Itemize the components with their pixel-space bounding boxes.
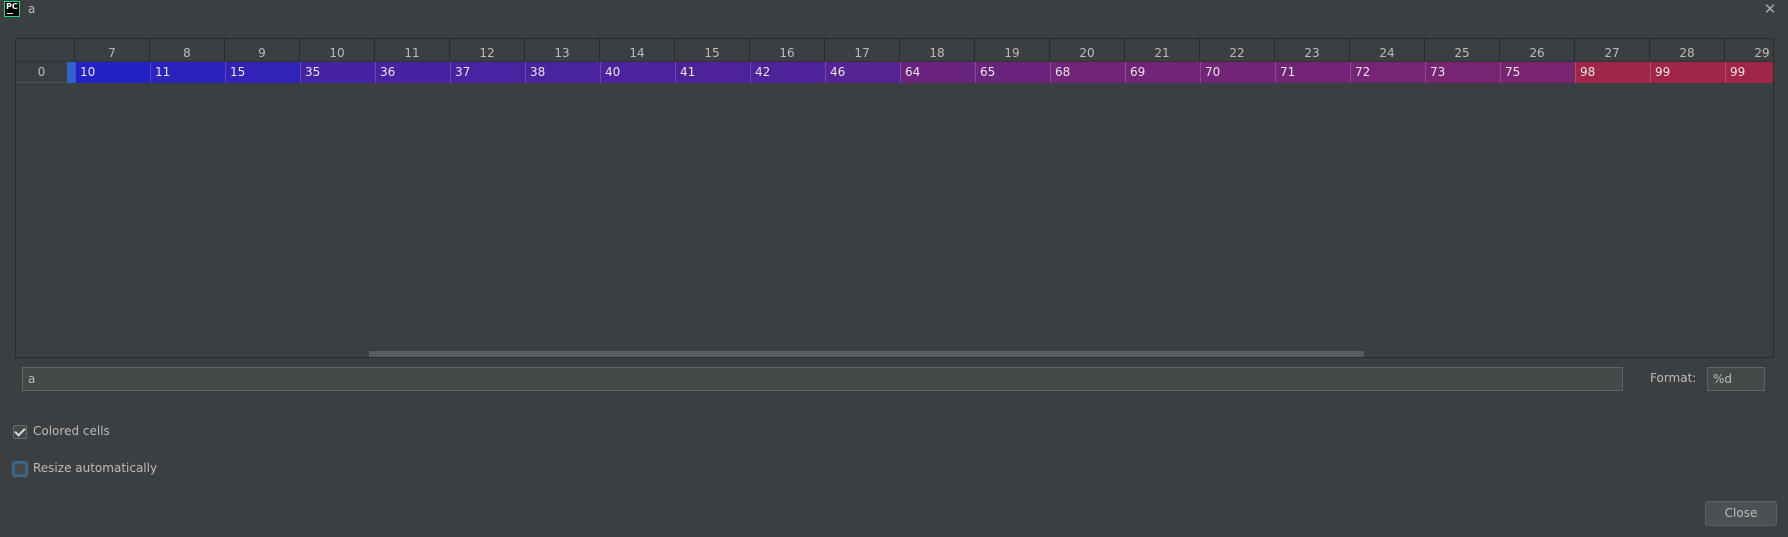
column-header: 11 bbox=[375, 39, 450, 62]
column-header: 21 bbox=[1125, 39, 1200, 62]
table-cell[interactable]: 10 bbox=[75, 62, 150, 83]
format-label: Format: bbox=[1650, 371, 1697, 385]
format-input[interactable]: %d bbox=[1707, 367, 1765, 391]
column-header: 26 bbox=[1500, 39, 1575, 62]
column-header: 27 bbox=[1575, 39, 1650, 62]
grid-corner bbox=[16, 39, 75, 62]
table-cell[interactable]: 73 bbox=[1425, 62, 1500, 83]
table-cell[interactable]: 64 bbox=[900, 62, 975, 83]
table-cell[interactable]: 99 bbox=[1650, 62, 1725, 83]
table-cell[interactable]: 72 bbox=[1350, 62, 1425, 83]
resize-automatically-label: Resize automatically bbox=[33, 461, 158, 475]
table-cell[interactable]: 36 bbox=[375, 62, 450, 83]
table-cell[interactable]: 42 bbox=[750, 62, 825, 83]
table-cell[interactable]: 40 bbox=[600, 62, 675, 83]
pycharm-app-icon: PC bbox=[4, 1, 20, 17]
column-header-row: 7 8 9 10 11 12 13 14 15 16 17 18 19 20 21 22 23 24 25 26 27 2… bbox=[16, 39, 1773, 62]
table-cell[interactable]: 69 bbox=[1125, 62, 1200, 83]
column-header: 19 bbox=[975, 39, 1050, 62]
colored-cells-checkbox[interactable] bbox=[13, 425, 27, 439]
column-header: 12 bbox=[450, 39, 525, 62]
row-selection-marker bbox=[67, 62, 75, 83]
colored-cells-label: Colored cells bbox=[33, 424, 110, 438]
column-header: 29 bbox=[1725, 39, 1773, 62]
table-row[interactable]: 0 10 11 15 35 36 37 38 40 41 42 46 64 65 68 69 70 71 72 73… bbox=[16, 62, 1773, 83]
table-cell[interactable]: 41 bbox=[675, 62, 750, 83]
table-cell[interactable]: 15 bbox=[225, 62, 300, 83]
table-cell[interactable]: 65 bbox=[975, 62, 1050, 83]
column-header: 28 bbox=[1650, 39, 1725, 62]
column-header: 20 bbox=[1050, 39, 1125, 62]
column-header: 8 bbox=[150, 39, 225, 62]
table-cell[interactable]: 98 bbox=[1575, 62, 1650, 83]
table-cell[interactable]: 37 bbox=[450, 62, 525, 83]
row-index: 0 bbox=[37, 65, 46, 79]
table-cell[interactable]: 35 bbox=[300, 62, 375, 83]
column-header: 16 bbox=[750, 39, 825, 62]
close-button[interactable]: Close bbox=[1705, 501, 1777, 526]
table-cell[interactable]: 99 bbox=[1725, 62, 1773, 83]
column-header: 14 bbox=[600, 39, 675, 62]
close-window-icon[interactable]: ✕ bbox=[1762, 0, 1778, 18]
title-bar: PC a ✕ bbox=[0, 0, 1788, 20]
column-header: 13 bbox=[525, 39, 600, 62]
column-header: 7 bbox=[75, 39, 150, 62]
column-header: 25 bbox=[1425, 39, 1500, 62]
expression-input[interactable]: a bbox=[22, 367, 1623, 391]
table-cell[interactable]: 70 bbox=[1200, 62, 1275, 83]
table-cell[interactable]: 68 bbox=[1050, 62, 1125, 83]
column-header: 18 bbox=[900, 39, 975, 62]
table-cell[interactable]: 46 bbox=[825, 62, 900, 83]
table-cell[interactable]: 71 bbox=[1275, 62, 1350, 83]
column-header: 22 bbox=[1200, 39, 1275, 62]
column-header: 15 bbox=[675, 39, 750, 62]
column-header: 17 bbox=[825, 39, 900, 62]
column-header: 9 bbox=[225, 39, 300, 62]
table-cell[interactable]: 75 bbox=[1500, 62, 1575, 83]
resize-automatically-checkbox[interactable] bbox=[13, 462, 27, 476]
column-header: 10 bbox=[300, 39, 375, 62]
array-grid[interactable]: 7 8 9 10 11 12 13 14 15 16 17 18 19 20 21 22 23 24 25 26 27 2… bbox=[15, 38, 1774, 358]
column-header: 23 bbox=[1275, 39, 1350, 62]
window-title: a bbox=[28, 2, 36, 16]
column-header: 24 bbox=[1350, 39, 1425, 62]
table-cell[interactable]: 38 bbox=[525, 62, 600, 83]
horizontal-scrollbar-thumb[interactable] bbox=[369, 351, 1364, 357]
table-cell[interactable]: 11 bbox=[150, 62, 225, 83]
